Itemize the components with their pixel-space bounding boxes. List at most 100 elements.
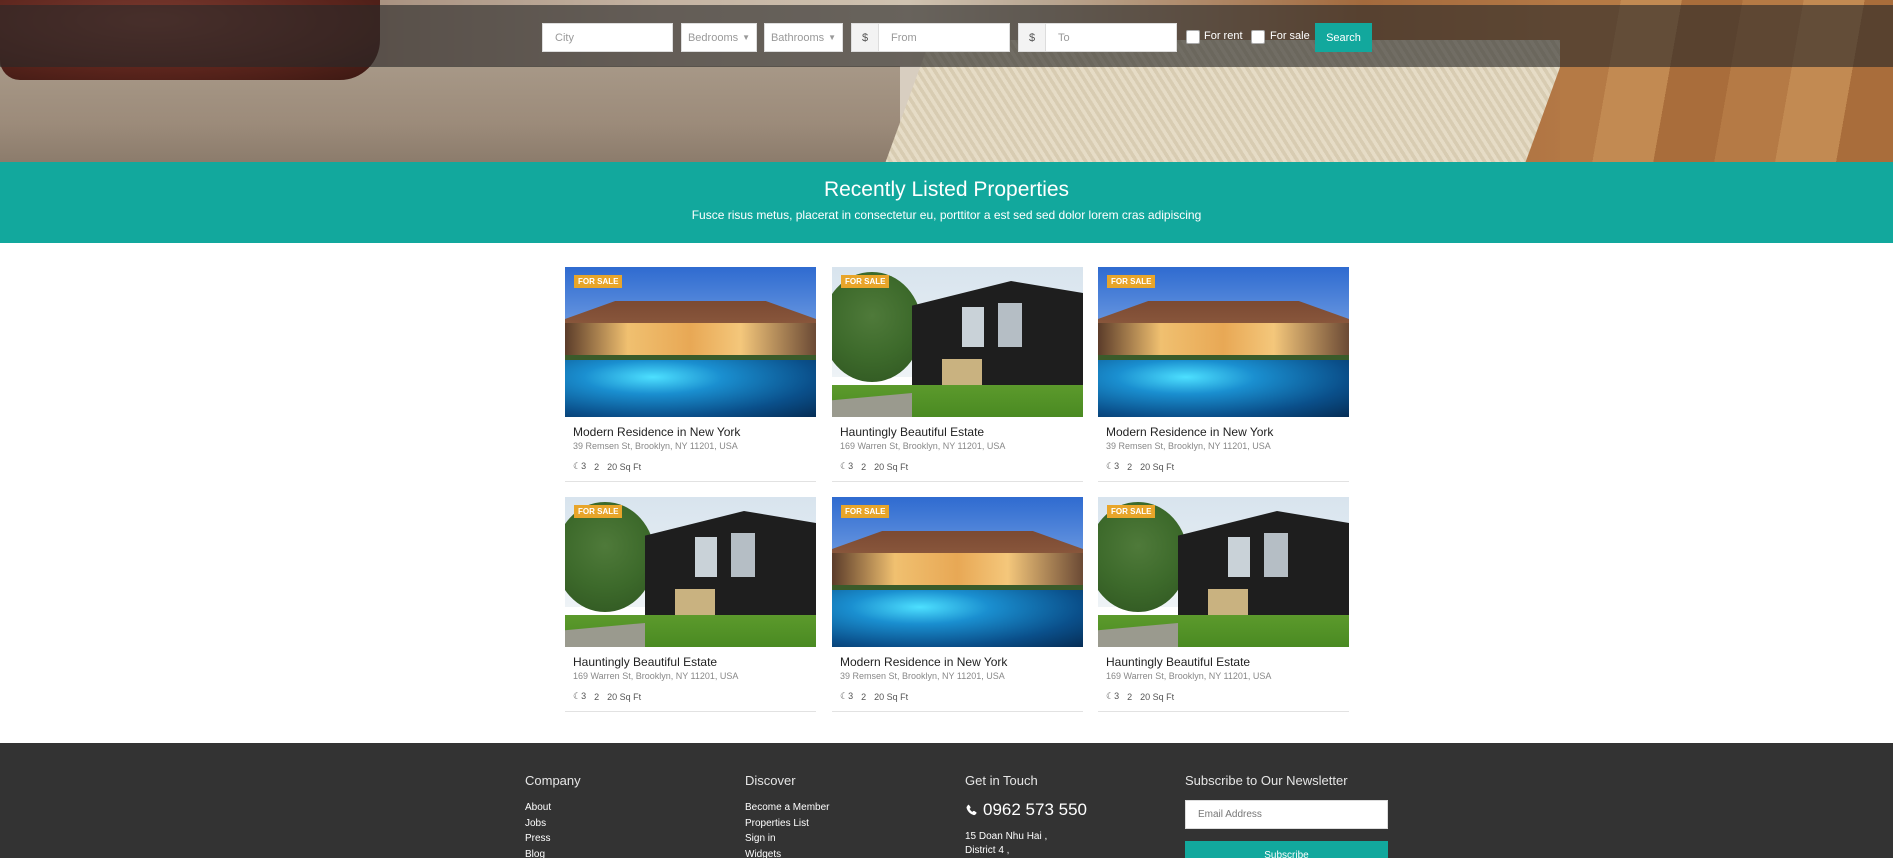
search-button[interactable]: Search bbox=[1315, 23, 1372, 52]
price-to-input[interactable]: To bbox=[1045, 23, 1177, 52]
property-card[interactable]: FOR SALE Modern Residence in New York 39… bbox=[832, 497, 1083, 712]
footer-newsletter: Subscribe to Our Newsletter Email Addres… bbox=[1185, 773, 1388, 858]
property-meta: ☾3 2 20 Sq Ft bbox=[840, 461, 908, 472]
property-photo[interactable]: FOR SALE bbox=[832, 497, 1083, 647]
area-value: 20 Sq Ft bbox=[1140, 691, 1175, 702]
contact-phone[interactable]: 0962 573 550 bbox=[965, 800, 1087, 820]
property-meta: ☾3 2 20 Sq Ft bbox=[840, 691, 908, 702]
footer-link-blog[interactable]: Blog bbox=[525, 847, 581, 858]
property-photo[interactable]: FOR SALE bbox=[1098, 267, 1349, 417]
property-photo[interactable]: FOR SALE bbox=[565, 267, 816, 417]
bedrooms-label: Bedrooms bbox=[687, 31, 739, 44]
footer-link-press[interactable]: Press bbox=[525, 831, 581, 847]
moon-icon: ☾ bbox=[1106, 691, 1115, 701]
property-title[interactable]: Modern Residence in New York bbox=[840, 655, 1007, 669]
bed-count: ☾3 bbox=[573, 461, 587, 471]
bath-count: 2 bbox=[861, 691, 867, 702]
footer-contact-heading: Get in Touch bbox=[965, 773, 1038, 788]
footer-link-about[interactable]: About bbox=[525, 800, 581, 816]
bed-count: ☾3 bbox=[573, 691, 587, 701]
bed-count: ☾3 bbox=[1106, 691, 1120, 701]
area-value: 20 Sq Ft bbox=[874, 461, 909, 472]
for-sale-badge: FOR SALE bbox=[1107, 275, 1156, 288]
property-photo[interactable]: FOR SALE bbox=[832, 267, 1083, 417]
moon-icon: ☾ bbox=[840, 691, 849, 701]
currency-addon-from: $ bbox=[851, 23, 879, 52]
chevron-down-icon: ▼ bbox=[828, 33, 837, 42]
footer: Company About Jobs Press Blog Discover B… bbox=[0, 743, 1893, 858]
property-title[interactable]: Hauntingly Beautiful Estate bbox=[1106, 655, 1250, 669]
area-value: 20 Sq Ft bbox=[874, 691, 909, 702]
city-input[interactable]: City bbox=[542, 23, 673, 52]
property-title[interactable]: Hauntingly Beautiful Estate bbox=[573, 655, 717, 669]
footer-contact: Get in Touch 0962 573 550 15 Doan Nhu Ha… bbox=[965, 773, 1087, 858]
property-photo[interactable]: FOR SALE bbox=[1098, 497, 1349, 647]
property-address: 39 Remsen St, Brooklyn, NY 11201, USA bbox=[573, 441, 738, 451]
for-sale-label: For sale bbox=[1270, 30, 1310, 42]
for-sale-badge: FOR SALE bbox=[841, 275, 890, 288]
bed-count: ☾3 bbox=[840, 691, 854, 701]
footer-company: Company About Jobs Press Blog bbox=[525, 773, 581, 858]
for-sale-badge: FOR SALE bbox=[574, 275, 623, 288]
bed-count: ☾3 bbox=[1106, 461, 1120, 471]
property-meta: ☾3 2 20 Sq Ft bbox=[573, 691, 641, 702]
for-sale-checkbox[interactable] bbox=[1251, 30, 1265, 44]
area-value: 20 Sq Ft bbox=[607, 461, 642, 472]
footer-link-properties-list[interactable]: Properties List bbox=[745, 816, 829, 832]
footer-link-become-member[interactable]: Become a Member bbox=[745, 800, 829, 816]
bedrooms-select[interactable]: Bedrooms ▼ bbox=[681, 23, 757, 52]
footer-link-widgets[interactable]: Widgets bbox=[745, 847, 829, 858]
area-value: 20 Sq Ft bbox=[607, 691, 642, 702]
contact-phone-number: 0962 573 550 bbox=[983, 800, 1087, 819]
footer-discover-heading: Discover bbox=[745, 773, 796, 788]
property-photo[interactable]: FOR SALE bbox=[565, 497, 816, 647]
bathrooms-select[interactable]: Bathrooms ▼ bbox=[764, 23, 843, 52]
property-title[interactable]: Modern Residence in New York bbox=[1106, 425, 1273, 439]
for-rent-checkbox[interactable] bbox=[1186, 30, 1200, 44]
bath-count: 2 bbox=[1127, 691, 1133, 702]
price-from-input[interactable]: From bbox=[878, 23, 1010, 52]
for-rent-label: For rent bbox=[1204, 30, 1243, 42]
property-address: 39 Remsen St, Brooklyn, NY 11201, USA bbox=[1106, 441, 1271, 451]
for-sale-badge: FOR SALE bbox=[1107, 505, 1156, 518]
property-card[interactable]: FOR SALE Modern Residence in New York 39… bbox=[565, 267, 816, 482]
hero-banner: City Bedrooms ▼ Bathrooms ▼ $ From $ To … bbox=[0, 0, 1893, 162]
phone-icon bbox=[966, 804, 977, 815]
area-value: 20 Sq Ft bbox=[1140, 461, 1175, 472]
hero-bench bbox=[0, 66, 930, 162]
property-address: 169 Warren St, Brooklyn, NY 11201, USA bbox=[1106, 671, 1272, 681]
bath-count: 2 bbox=[861, 461, 867, 472]
property-card[interactable]: FOR SALE Modern Residence in New York 39… bbox=[1098, 267, 1349, 482]
property-card[interactable]: FOR SALE Hauntingly Beautiful Estate 169… bbox=[565, 497, 816, 712]
bath-count: 2 bbox=[594, 461, 600, 472]
property-meta: ☾3 2 20 Sq Ft bbox=[1106, 461, 1174, 472]
property-address: 169 Warren St, Brooklyn, NY 11201, USA bbox=[573, 671, 739, 681]
section-subtitle: Fusce risus metus, placerat in consectet… bbox=[691, 208, 1202, 222]
bed-count: ☾3 bbox=[840, 461, 854, 471]
footer-newsletter-heading: Subscribe to Our Newsletter bbox=[1185, 773, 1348, 788]
bathrooms-label: Bathrooms bbox=[770, 31, 825, 44]
bath-count: 2 bbox=[594, 691, 600, 702]
newsletter-email-input[interactable]: Email Address bbox=[1185, 800, 1388, 829]
property-address: 39 Remsen St, Brooklyn, NY 11201, USA bbox=[840, 671, 1005, 681]
currency-addon-to: $ bbox=[1018, 23, 1046, 52]
moon-icon: ☾ bbox=[573, 691, 582, 701]
contact-address-line: District 4 , bbox=[965, 845, 1010, 856]
footer-link-jobs[interactable]: Jobs bbox=[525, 816, 581, 832]
subscribe-button[interactable]: Subscribe bbox=[1185, 841, 1388, 858]
contact-address-line: 15 Doan Nhu Hai , bbox=[965, 831, 1048, 842]
bath-count: 2 bbox=[1127, 461, 1133, 472]
moon-icon: ☾ bbox=[1106, 461, 1115, 471]
chevron-down-icon: ▼ bbox=[742, 33, 751, 42]
property-card[interactable]: FOR SALE Hauntingly Beautiful Estate 169… bbox=[1098, 497, 1349, 712]
property-meta: ☾3 2 20 Sq Ft bbox=[573, 461, 641, 472]
section-title: Recently Listed Properties bbox=[823, 178, 1070, 201]
for-sale-badge: FOR SALE bbox=[841, 505, 890, 518]
property-address: 169 Warren St, Brooklyn, NY 11201, USA bbox=[840, 441, 1006, 451]
property-card[interactable]: FOR SALE Hauntingly Beautiful Estate 169… bbox=[832, 267, 1083, 482]
footer-discover: Discover Become a Member Properties List… bbox=[745, 773, 829, 858]
property-title[interactable]: Modern Residence in New York bbox=[573, 425, 740, 439]
property-title[interactable]: Hauntingly Beautiful Estate bbox=[840, 425, 984, 439]
footer-link-sign-in[interactable]: Sign in bbox=[745, 831, 829, 847]
section-header: Recently Listed Properties Fusce risus m… bbox=[0, 162, 1893, 243]
